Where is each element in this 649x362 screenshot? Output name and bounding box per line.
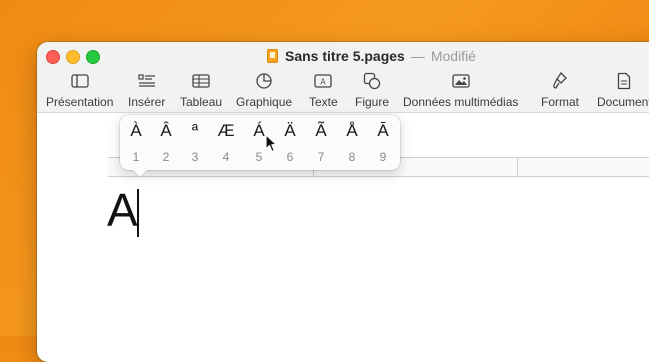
toolbar-insert-button[interactable]: Insérer xyxy=(128,70,165,109)
table-column-divider xyxy=(517,158,518,176)
fullscreen-button[interactable] xyxy=(86,50,100,64)
close-button[interactable] xyxy=(46,50,60,64)
accent-key: 7 xyxy=(317,150,325,164)
accent-char: Ā xyxy=(377,121,389,140)
accent-char: ª xyxy=(191,121,199,140)
accent-char: Ã xyxy=(315,121,327,140)
table-icon xyxy=(192,74,210,88)
toolbar-shape-label: Figure xyxy=(355,95,390,109)
toolbar-shape-button[interactable]: Figure xyxy=(355,70,389,109)
toolbar-presentation-label: Présentation xyxy=(46,95,114,109)
toolbar-insert-label: Insérer xyxy=(128,95,166,109)
toolbar-presentation-button[interactable]: Présentation xyxy=(46,70,113,109)
toolbar-media-button[interactable]: Données multimédias xyxy=(403,70,518,109)
accent-key: 8 xyxy=(348,150,356,164)
paintbrush-icon xyxy=(553,72,567,89)
accent-key: 6 xyxy=(286,150,294,164)
mouse-pointer-icon xyxy=(265,134,278,153)
media-icon xyxy=(452,74,470,88)
shape-icon xyxy=(363,72,381,90)
accent-char: Ä xyxy=(284,121,296,140)
chart-icon xyxy=(256,73,272,89)
toolbar-document-label: Document xyxy=(597,95,649,109)
textbox-icon: A xyxy=(314,74,332,88)
document-icon xyxy=(618,72,631,90)
pages-window: Sans titre 5.pages — Modifié Présentatio… xyxy=(37,42,649,362)
accent-char: À xyxy=(130,121,142,140)
accent-key: 3 xyxy=(191,150,199,164)
toolbar-chart-label: Graphique xyxy=(236,95,293,109)
text-caret xyxy=(137,189,139,237)
accent-key: 4 xyxy=(222,150,230,164)
toolbar-table-button[interactable]: Tableau xyxy=(180,70,222,109)
accent-char: Å xyxy=(346,121,358,140)
toolbar-chart-button[interactable]: Graphique xyxy=(236,70,292,109)
toolbar-text-button[interactable]: A Texte xyxy=(309,70,338,109)
toolbar-table-label: Tableau xyxy=(180,95,223,109)
accent-key: 9 xyxy=(379,150,387,164)
toolbar-media-label: Données multimédias xyxy=(403,95,519,109)
minimize-button[interactable] xyxy=(66,50,80,64)
sidebar-icon xyxy=(71,74,89,88)
document-status: Modifié xyxy=(430,48,476,64)
toolbar-document-button[interactable]: Document xyxy=(597,70,649,109)
pages-document-icon xyxy=(267,49,278,63)
title-separator: — xyxy=(410,48,425,64)
toolbar-format-button[interactable]: Format xyxy=(541,70,579,109)
titlebar: Sans titre 5.pages — Modifié Présentatio… xyxy=(37,42,649,113)
svg-text:A: A xyxy=(321,78,327,87)
accent-picker-popup: À 1 Â 2 ª 3 Æ 4 Á 5 Ä 6 Ã 7 Å 8 Ā 9 xyxy=(120,115,400,177)
accent-char: Â xyxy=(160,121,172,140)
toolbar-text-label: Texte xyxy=(309,95,338,109)
typed-text[interactable]: A xyxy=(107,182,138,238)
document-name: Sans titre 5.pages xyxy=(285,48,405,64)
accent-key: 1 xyxy=(132,150,140,164)
toolbar-format-label: Format xyxy=(541,95,580,109)
window-title: Sans titre 5.pages — Modifié xyxy=(267,47,476,65)
accent-char: Æ xyxy=(217,121,235,140)
accent-key: 2 xyxy=(162,150,170,164)
popup-arrow xyxy=(133,170,147,177)
insert-list-icon xyxy=(138,74,155,87)
